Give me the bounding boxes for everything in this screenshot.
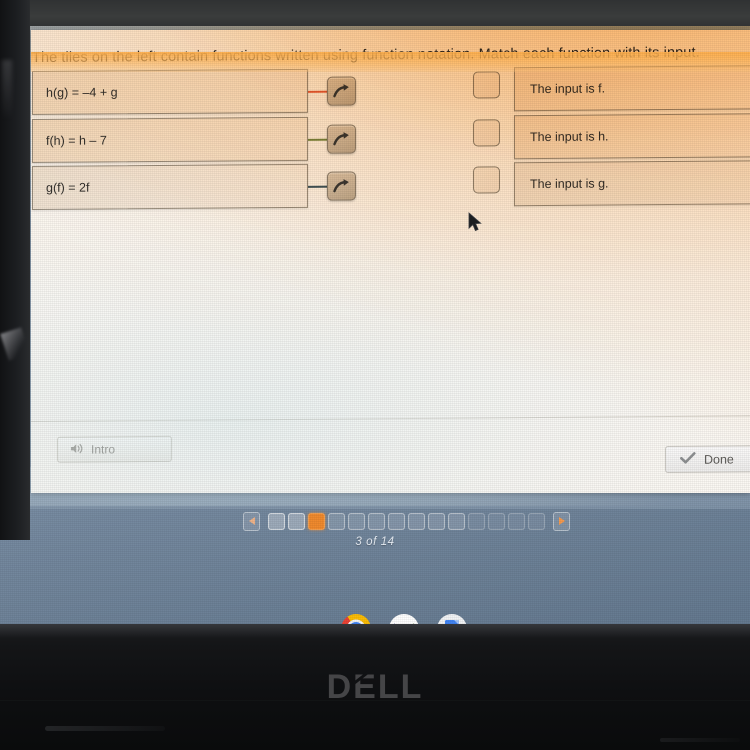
bezel-glint-secondary <box>2 60 12 120</box>
function-tile-text: h(g) = –4 + g <box>46 85 118 100</box>
pagination-dot-11[interactable] <box>468 512 485 530</box>
pagination-dot-7[interactable] <box>388 512 405 530</box>
triangle-right-icon <box>558 517 565 525</box>
footer-divider <box>31 415 750 422</box>
mouse-cursor <box>468 212 483 238</box>
function-tile[interactable]: h(g) = –4 + g <box>32 68 308 115</box>
pagination-bar[interactable] <box>243 509 573 533</box>
triangle-left-icon <box>248 517 255 525</box>
arrow-curved-right-icon[interactable] <box>327 124 356 154</box>
dell-logo-d: D <box>326 668 354 706</box>
exercise-panel: The tiles on the left contain functions … <box>31 30 750 493</box>
deck-vent-right <box>660 738 740 742</box>
answer-tile[interactable]: The input is h. <box>514 113 750 160</box>
answer-tile-text: The input is g. <box>530 176 609 192</box>
pagination-next-button[interactable] <box>553 511 570 531</box>
pagination-prev-button[interactable] <box>243 511 260 531</box>
function-tile[interactable]: f(h) = h – 7 <box>32 116 308 163</box>
deck-sheen <box>0 624 750 638</box>
pagination-dot-9[interactable] <box>428 512 445 530</box>
deck-vent-left <box>45 726 165 731</box>
laptop-screen: The tiles on the left contain functions … <box>0 26 750 626</box>
answer-tile[interactable]: The input is g. <box>514 160 750 207</box>
dell-logo: DELL <box>0 668 750 707</box>
drop-target-box[interactable] <box>473 119 500 147</box>
function-tile[interactable]: g(f) = 2f <box>32 163 308 210</box>
dell-logo-e: E <box>353 668 378 706</box>
pagination-dot-13[interactable] <box>508 512 525 530</box>
pagination-dot-8[interactable] <box>408 512 425 530</box>
drop-target-box[interactable] <box>473 166 500 194</box>
pagination-dot-2[interactable] <box>288 512 305 530</box>
speaker-icon <box>70 442 84 457</box>
arrow-curved-right-icon[interactable] <box>327 76 356 106</box>
answer-tile-text: The input is f. <box>530 81 606 97</box>
answer-tile[interactable]: The input is f. <box>514 65 750 112</box>
done-button-label: Done <box>704 451 734 467</box>
pagination-dot-4[interactable] <box>328 512 345 530</box>
done-button[interactable]: Done <box>665 445 750 474</box>
pagination-step-dots[interactable] <box>268 512 545 530</box>
drop-target-box[interactable] <box>473 71 500 99</box>
intro-button[interactable]: Intro <box>57 435 172 463</box>
question-prompt: The tiles on the left contain functions … <box>32 44 700 66</box>
pagination-dot-12[interactable] <box>488 512 505 530</box>
checkmark-icon <box>680 451 696 467</box>
pagination-label: 3 of 14 <box>355 536 395 548</box>
laptop-photo: The tiles on the left contain functions … <box>0 0 750 750</box>
pagination-dot-14[interactable] <box>528 512 545 530</box>
function-tile-text: g(f) = 2f <box>46 180 90 195</box>
dell-logo-ll: LL <box>377 668 424 706</box>
pagination-dot-10[interactable] <box>448 512 465 530</box>
pagination-dot-6[interactable] <box>368 512 385 530</box>
pagination-dot-1[interactable] <box>268 512 285 530</box>
function-tile-text: f(h) = h – 7 <box>46 133 107 148</box>
answer-tile-text: The input is h. <box>530 129 609 145</box>
pagination-dot-3[interactable] <box>308 512 325 530</box>
arrow-curved-right-icon[interactable] <box>327 171 356 201</box>
intro-button-label: Intro <box>91 442 116 457</box>
pagination-dot-5[interactable] <box>348 512 365 530</box>
